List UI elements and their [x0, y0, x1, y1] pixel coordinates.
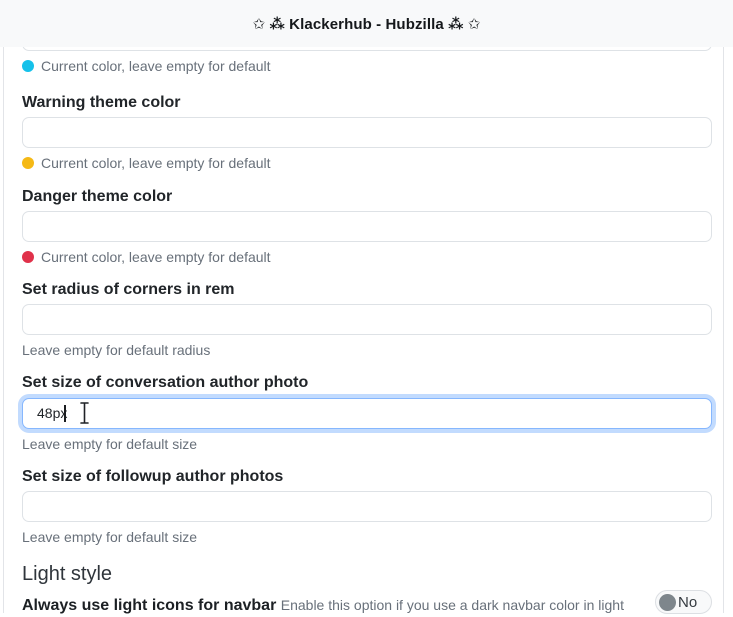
followup-photo-size-help: Leave empty for default size	[22, 528, 712, 546]
danger-color-label: Danger theme color	[22, 187, 712, 206]
warning-color-dot	[22, 157, 34, 169]
page-title: ✩ ⁂ Klackerhub - Hubzilla ⁂ ✩	[253, 15, 481, 33]
info-color-help-text: Current color, leave empty for default	[41, 57, 271, 75]
danger-color-input[interactable]	[22, 211, 712, 242]
followup-photo-size-help-text: Leave empty for default size	[22, 528, 197, 546]
toggle-knob	[659, 594, 676, 611]
danger-color-dot	[22, 251, 34, 263]
light-icons-toggle[interactable]: No	[655, 590, 712, 614]
info-color-dot	[22, 60, 34, 72]
info-color-help: Current color, leave empty for default	[22, 57, 712, 75]
top-navbar: ✩ ⁂ Klackerhub - Hubzilla ⁂ ✩	[0, 0, 733, 47]
conversation-photo-size-input[interactable]	[22, 398, 712, 429]
light-style-heading: Light style	[22, 562, 712, 586]
corner-radius-label: Set radius of corners in rem	[22, 280, 712, 299]
settings-panel: Current color, leave empty for default W…	[3, 0, 724, 613]
corner-radius-help: Leave empty for default radius	[22, 341, 712, 359]
corner-radius-help-text: Leave empty for default radius	[22, 341, 210, 359]
toggle-state-label: No	[678, 594, 697, 611]
field-corner-radius: Set radius of corners in rem Leave empty…	[22, 280, 712, 359]
followup-photo-size-label: Set size of followup author photos	[22, 467, 712, 486]
field-danger-color: Danger theme color Current color, leave …	[22, 187, 712, 266]
danger-color-help: Current color, leave empty for default	[22, 248, 712, 266]
conversation-photo-size-help-text: Leave empty for default size	[22, 435, 197, 453]
conversation-photo-size-label: Set size of conversation author photo	[22, 373, 712, 392]
light-icons-text: Always use light icons for navbar Enable…	[22, 595, 624, 617]
field-warning-color: Warning theme color Current color, leave…	[22, 93, 712, 172]
warning-color-help-text: Current color, leave empty for default	[41, 154, 271, 172]
text-caret	[64, 405, 66, 422]
light-icons-label: Always use light icons for navbar	[22, 597, 276, 614]
field-followup-photo-size: Set size of followup author photos Leave…	[22, 467, 712, 546]
field-conversation-photo-size: Set size of conversation author photo Le…	[22, 373, 712, 452]
ibeam-cursor-icon	[78, 401, 91, 430]
warning-color-help: Current color, leave empty for default	[22, 154, 712, 172]
conversation-photo-size-help: Leave empty for default size	[22, 435, 712, 453]
danger-color-help-text: Current color, leave empty for default	[41, 248, 271, 266]
conversation-photo-size-wrap	[22, 398, 712, 429]
warning-color-input[interactable]	[22, 117, 712, 148]
followup-photo-size-input[interactable]	[22, 491, 712, 522]
light-icons-help: Enable this option if you use a dark nav…	[281, 597, 624, 613]
warning-color-label: Warning theme color	[22, 93, 712, 112]
corner-radius-input[interactable]	[22, 304, 712, 335]
light-icons-row: Always use light icons for navbar Enable…	[22, 595, 712, 617]
